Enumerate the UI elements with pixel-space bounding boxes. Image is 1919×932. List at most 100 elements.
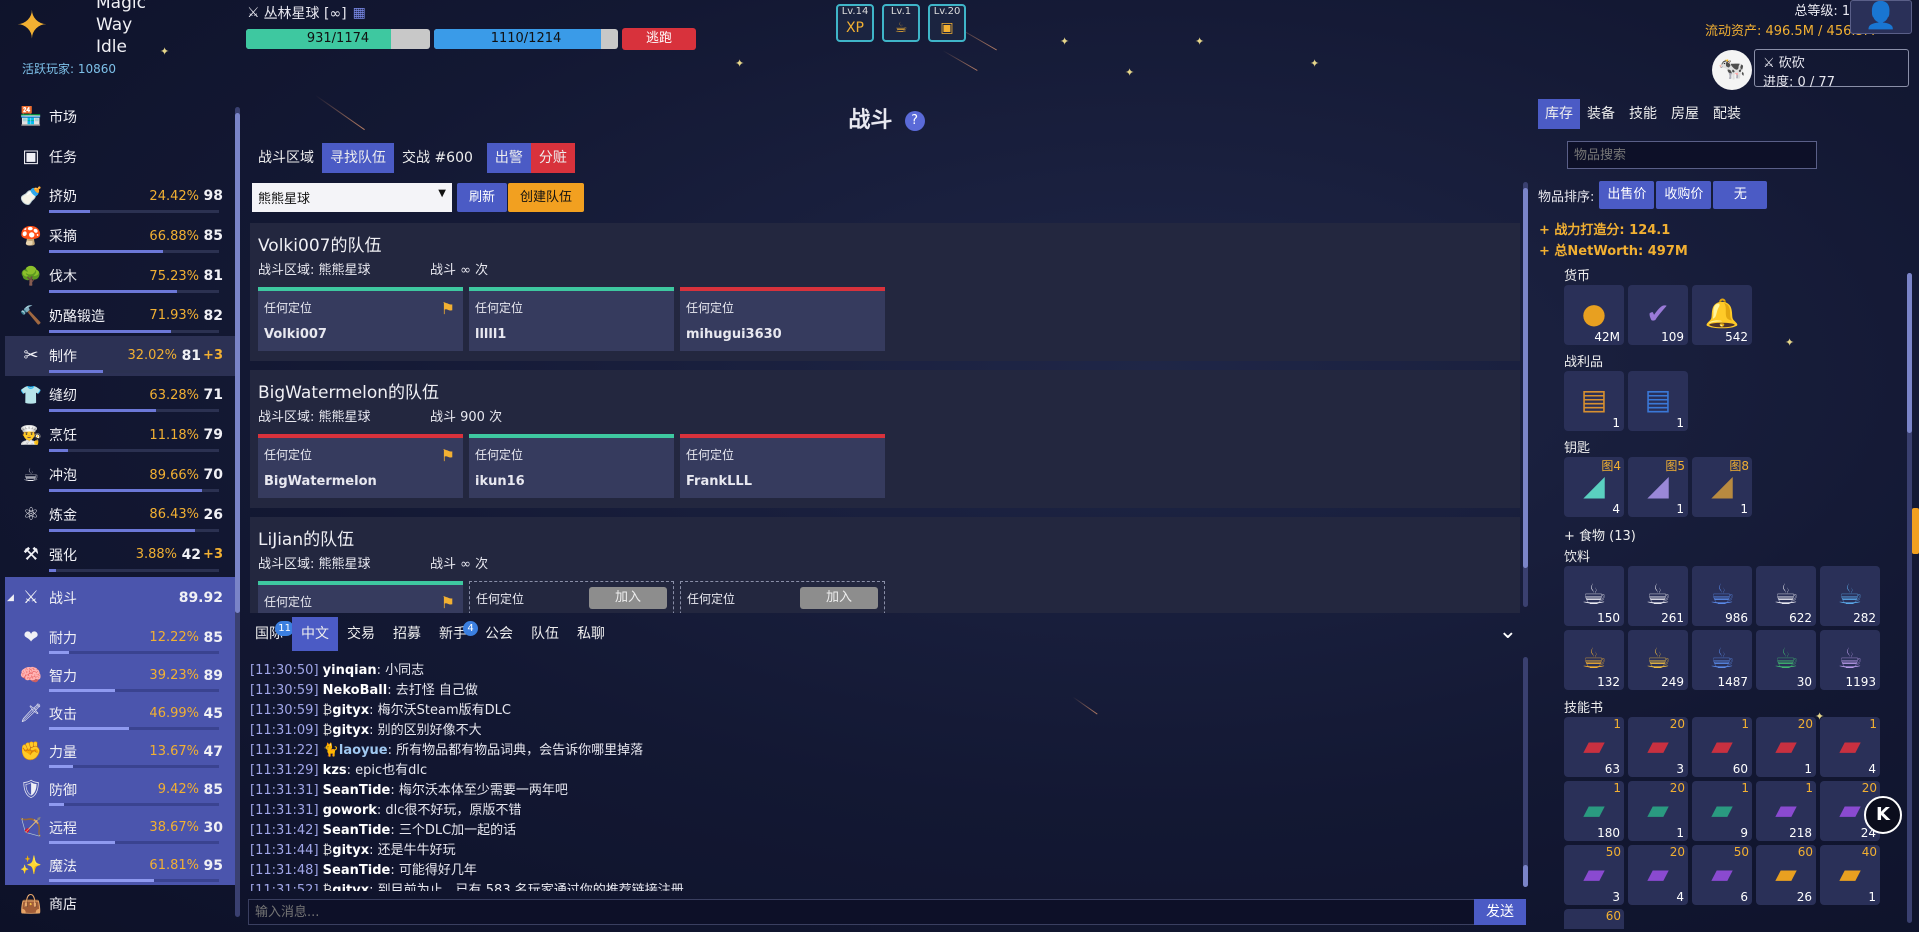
inventory-item[interactable]: ✔ 109 (1628, 285, 1688, 345)
message-user[interactable]: gityx (332, 703, 369, 718)
character-avatar[interactable]: 👤 (1850, 0, 1912, 34)
sidebar-item-alchemy[interactable]: ⚛ 炼金 86.43% 26 (5, 495, 235, 535)
inventory-item[interactable]: ☕ 282 (1820, 566, 1880, 626)
join-button[interactable]: 加入 (800, 587, 878, 609)
sidebar-item-market[interactable]: 🏪 市场 (5, 97, 235, 137)
inventory-item[interactable]: ◢ 图4 4 (1564, 457, 1624, 517)
treasure-chest-icon[interactable]: Lv.20 ▣ (928, 4, 966, 42)
send-button[interactable]: 发送 (1474, 899, 1526, 925)
sidebar-item-intelligence[interactable]: 🧠 智力 39.23% 89 (5, 656, 235, 695)
split-loot-button[interactable]: 分赃 (530, 143, 575, 173)
inventory-item[interactable]: ▤ 1 (1628, 371, 1688, 431)
inventory-item[interactable]: ☕ 986 (1692, 566, 1752, 626)
sidebar-item-enhancing[interactable]: ⚒ 强化 3.88% 42 +3 (5, 535, 235, 575)
sidebar-item-stamina[interactable]: ❤ 耐力 12.22% 85 (5, 618, 235, 657)
inventory-item[interactable]: ▰ 60 26 (1756, 845, 1816, 905)
collapse-chat-icon[interactable]: ⌄ (1499, 619, 1517, 644)
slot-player[interactable]: mihugui3630 (686, 327, 782, 342)
sidebar-item-task[interactable]: ▣ 任务 (5, 137, 235, 177)
zone-select[interactable]: 熊熊星球 ▼ (252, 183, 452, 212)
message-user[interactable]: SeanTide (323, 863, 391, 878)
current-action[interactable]: ⚔ 砍砍 进度: 0 / 77 (1754, 49, 1909, 90)
gourmet-tea-icon[interactable]: Lv.1 ☕ (882, 4, 920, 42)
help-icon[interactable]: ? (904, 111, 925, 131)
logo[interactable]: ✦ Magic Way Idle (14, 0, 174, 60)
inventory-item[interactable]: ▰ 1 180 (1564, 781, 1624, 841)
inventory-item[interactable]: ▰ 20 1 (1756, 717, 1816, 777)
message-user[interactable]: SeanTide (323, 783, 391, 798)
slot-player[interactable]: lllll1 (475, 327, 506, 342)
inventory-item[interactable]: ☕ 1193 (1820, 630, 1880, 690)
join-button[interactable]: 加入 (589, 587, 667, 609)
inventory-item[interactable]: ☕ 249 (1628, 630, 1688, 690)
inventory-scrollbar[interactable] (1907, 273, 1912, 923)
chat-tab[interactable]: 队伍 (522, 617, 568, 651)
inventory-item[interactable]: ☕ 1487 (1692, 630, 1752, 690)
chat-tab[interactable]: 交易 (338, 617, 384, 651)
sidebar-item-cheesesmithing[interactable]: 🔨 奶酪锻造 71.93% 82 (5, 296, 235, 336)
tab-find-party[interactable]: 寻找队伍 (322, 143, 394, 173)
inventory-item[interactable]: ▰ 40 1 (1820, 845, 1880, 905)
xp-boost-icon[interactable]: Lv.14 XP (836, 4, 874, 42)
message-user[interactable]: laoyue (339, 743, 388, 758)
slot-player[interactable]: Volki007 (264, 327, 327, 342)
flee-button[interactable]: 逃跑 (622, 28, 696, 50)
sidebar-item-milking[interactable]: 🍼 挤奶 24.42% 98 (5, 177, 235, 217)
chat-tab[interactable]: 新手 4 (430, 617, 478, 651)
sidebar-item-woodcutting[interactable]: 🌳 伐木 75.23% 81 (5, 256, 235, 296)
sidebar-item-magic[interactable]: ✨ 魔法 61.81% 95 (5, 846, 235, 885)
chat-tab[interactable]: 招募 (384, 617, 430, 651)
message-user[interactable]: gityx (332, 843, 369, 858)
chat-input[interactable] (248, 899, 1476, 925)
inventory-item[interactable]: ☕ 261 (1628, 566, 1688, 626)
inventory-item[interactable]: ☕ 150 (1564, 566, 1624, 626)
inventory-item[interactable]: ▰ 20 3 (1628, 717, 1688, 777)
inventory-item[interactable]: ▰ 1 63 (1564, 717, 1624, 777)
party-slot[interactable]: 任何定位 加入 (680, 581, 885, 613)
inventory-item[interactable]: ▰ 50 6 (1692, 845, 1752, 905)
sidebar-item-crafting[interactable]: ✂ 制作 32.02% 81 +3 (5, 335, 235, 376)
inventory-item[interactable]: ☕ 30 (1756, 630, 1816, 690)
inventory-item[interactable]: ☕ 132 (1564, 630, 1624, 690)
sidebar-scrollbar[interactable] (235, 107, 240, 917)
inventory-item[interactable]: ▰ 50 3 (1564, 845, 1624, 905)
sidebar-item-shop[interactable]: 👜 商店 (5, 885, 235, 925)
side-tab-handle[interactable] (1912, 508, 1919, 554)
chat-tab[interactable]: 私聊 (568, 617, 614, 651)
message-user[interactable]: gityx (332, 883, 369, 891)
message-user[interactable]: SeanTide (323, 823, 391, 838)
sidebar-item-tailoring[interactable]: 👕 缝纫 63.28% 71 (5, 376, 235, 416)
sidebar-item-foraging[interactable]: 🍄 采摘 66.88% 85 (5, 216, 235, 256)
message-user[interactable]: kzs (323, 763, 347, 778)
create-party-button[interactable]: 创建队伍 (508, 183, 584, 212)
inventory-item[interactable]: ▰60 (1564, 909, 1624, 929)
sidebar-item-brewing[interactable]: ☕ 冲泡 89.66% 70 (5, 455, 235, 495)
sidebar-item-defense[interactable]: 🛡 防御 9.42% 85 (5, 770, 235, 809)
inventory-item[interactable]: ▤ 1 (1564, 371, 1624, 431)
inventory-item[interactable]: 🔔 542 (1692, 285, 1752, 345)
message-user[interactable]: yinqian (323, 663, 377, 678)
grid-icon[interactable]: ▦ (353, 5, 366, 21)
party-slot[interactable]: 任何定位 加入 (469, 581, 674, 613)
slot-player[interactable]: ikun16 (475, 474, 525, 489)
tab-combat-zone[interactable]: 战斗区域 (250, 143, 322, 173)
sidebar-item-ranged[interactable]: 🏹 远程 38.67% 30 (5, 808, 235, 847)
sidebar-item-combat[interactable]: ◢ ⚔ 战斗 89.92 (5, 576, 235, 619)
party-list-scrollbar[interactable] (1523, 182, 1528, 607)
message-user[interactable]: NekoBall (323, 683, 388, 698)
message-user[interactable]: gityx (332, 723, 369, 738)
tab-battle[interactable]: 交战 #600 (394, 143, 481, 173)
inventory-item[interactable]: ◢ 图8 1 (1692, 457, 1752, 517)
inventory-item[interactable]: ▰ 20 4 (1628, 845, 1688, 905)
dispatch-button[interactable]: 出警 (486, 143, 531, 173)
chat-scrollbar[interactable] (1523, 657, 1528, 887)
inventory-item[interactable]: ◢ 图5 1 (1628, 457, 1688, 517)
inventory-item[interactable]: ▰ 20 1 (1628, 781, 1688, 841)
chat-tab[interactable]: 国际 11 (246, 617, 294, 651)
inventory-item[interactable]: ▰ 1 218 (1756, 781, 1816, 841)
inventory-item[interactable]: ▰ 1 9 (1692, 781, 1752, 841)
inventory-section-food[interactable]: + 食物 (13) (1564, 525, 1636, 544)
inventory-item[interactable]: ▰ 1 4 (1820, 717, 1880, 777)
inventory-item[interactable]: ● 42M (1564, 285, 1624, 345)
combat-zone-indicator[interactable]: ⚔ 丛林星球 [∞] ▦ (247, 3, 366, 23)
